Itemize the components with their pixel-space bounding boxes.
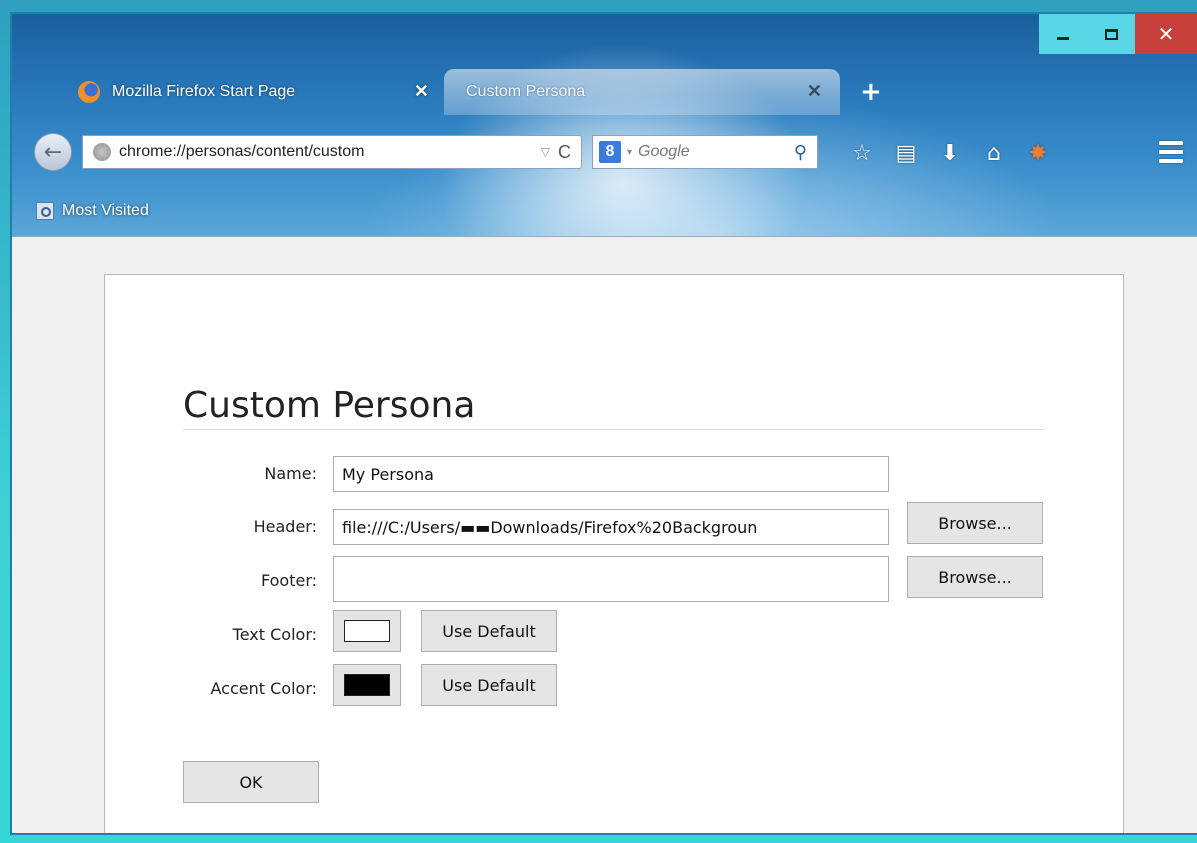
maximize-button[interactable] — [1087, 14, 1135, 54]
firefox-icon — [78, 81, 100, 103]
content-area: Custom Persona Name: My Persona Header: … — [12, 236, 1197, 833]
firefox-window: ✕ Mozilla Firefox Start Page ✕ Custom Pe… — [10, 12, 1197, 835]
browser-chrome: ✕ Mozilla Firefox Start Page ✕ Custom Pe… — [12, 14, 1197, 236]
home-icon[interactable]: ⌂ — [972, 139, 1016, 167]
accent-color-picker[interactable] — [333, 664, 401, 706]
menu-icon[interactable] — [1159, 141, 1183, 163]
header-browse-button[interactable]: Browse... — [907, 502, 1043, 544]
search-input[interactable]: Google — [638, 143, 794, 161]
url-dropdown-icon[interactable]: ▽ — [541, 145, 550, 159]
bookmark-most-visited[interactable]: Most Visited — [62, 202, 149, 220]
new-tab-button[interactable]: + — [860, 77, 882, 107]
header-label: Header: — [253, 517, 317, 536]
bookmarks-toolbar: Most Visited — [36, 202, 149, 220]
most-visited-icon — [36, 202, 54, 220]
minimize-icon — [1057, 36, 1069, 40]
footer-input[interactable] — [333, 556, 889, 602]
search-icon[interactable]: ⚲ — [794, 142, 807, 163]
tab-label: Custom Persona — [466, 83, 586, 100]
name-label: Name: — [264, 464, 317, 483]
bookmark-star-icon[interactable]: ☆ — [840, 139, 884, 167]
url-bar[interactable]: chrome://personas/content/custom ▽ C — [82, 135, 582, 169]
name-input[interactable]: My Persona — [333, 456, 889, 492]
ok-button[interactable]: OK — [183, 761, 319, 803]
tab-custom-persona[interactable]: Custom Persona ✕ — [444, 69, 840, 115]
search-engine-icon[interactable]: 8 — [599, 141, 621, 163]
toolbar-icons: ☆ ▤ ⬇ ⌂ ✸ — [840, 139, 1060, 167]
search-engine-dropdown-icon[interactable]: ▾ — [627, 147, 632, 158]
maximize-icon — [1104, 28, 1118, 40]
back-button[interactable]: ← — [34, 133, 72, 171]
downloads-icon[interactable]: ⬇ — [928, 139, 972, 167]
minimize-button[interactable] — [1039, 14, 1087, 54]
tab-close-button[interactable]: ✕ — [414, 81, 429, 102]
tab-start-page[interactable]: Mozilla Firefox Start Page ✕ — [62, 69, 447, 115]
tab-strip: Mozilla Firefox Start Page ✕ Custom Pers… — [12, 69, 1197, 115]
persona-page: Custom Persona Name: My Persona Header: … — [104, 274, 1124, 833]
text-color-default-button[interactable]: Use Default — [421, 610, 557, 652]
accent-color-label: Accent Color: — [210, 679, 317, 698]
tab-label: Mozilla Firefox Start Page — [112, 83, 296, 100]
text-color-label: Text Color: — [232, 625, 317, 644]
text-color-picker[interactable] — [333, 610, 401, 652]
caption-buttons: ✕ — [1039, 14, 1197, 54]
reload-icon[interactable]: C — [558, 142, 571, 163]
close-window-button[interactable]: ✕ — [1135, 14, 1197, 54]
title-divider — [183, 429, 1045, 430]
accent-color-swatch — [344, 674, 390, 696]
footer-browse-button[interactable]: Browse... — [907, 556, 1043, 598]
globe-icon — [93, 143, 111, 161]
reading-list-icon[interactable]: ▤ — [884, 139, 928, 167]
accent-color-default-button[interactable]: Use Default — [421, 664, 557, 706]
search-bar[interactable]: 8 ▾ Google ⚲ — [592, 135, 818, 169]
back-arrow-icon: ← — [43, 139, 63, 165]
url-text[interactable]: chrome://personas/content/custom — [119, 143, 533, 161]
header-input[interactable]: file:///C:/Users/▬▬Downloads/Firefox%20B… — [333, 509, 889, 545]
persona-icon[interactable]: ✸ — [1016, 139, 1060, 167]
tab-close-button[interactable]: ✕ — [807, 81, 822, 102]
page-title: Custom Persona — [183, 385, 476, 426]
navigation-toolbar: ← chrome://personas/content/custom ▽ C 8… — [12, 125, 1197, 177]
text-color-swatch — [344, 620, 390, 642]
footer-label: Footer: — [260, 571, 317, 590]
